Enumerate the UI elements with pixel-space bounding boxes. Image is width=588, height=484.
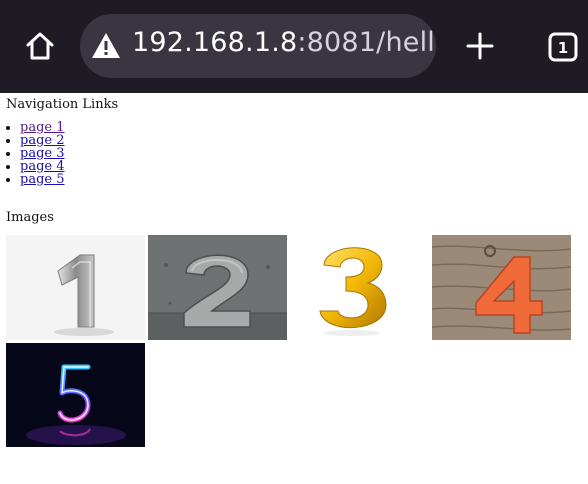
tab-switcher-icon: 1 [548, 32, 578, 62]
nav-heading: Navigation Links [6, 97, 119, 112]
image-number-2 [148, 235, 287, 340]
nav-links-list: page 1 page 2 page 3 page 4 page 5 [0, 121, 65, 186]
image-number-1 [6, 235, 145, 340]
tab-switcher-button[interactable]: 1 [547, 31, 579, 63]
images-heading: Images [6, 210, 54, 225]
address-bar[interactable]: 192.168.1.8:8081/hello/i [80, 14, 436, 78]
url-text[interactable]: 192.168.1.8:8081/hello/i [132, 27, 436, 58]
link-page-5[interactable]: page 5 [20, 172, 65, 187]
page-content: Navigation Links page 1 page 2 page 3 pa… [0, 93, 588, 484]
browser-toolbar: 192.168.1.8:8081/hello/i 1 [0, 0, 588, 93]
home-icon [26, 32, 54, 60]
tab-count: 1 [558, 39, 568, 57]
image-number-3 [290, 235, 429, 340]
image-number-5 [6, 343, 145, 447]
plus-icon [466, 32, 494, 60]
image-number-4 [432, 235, 571, 340]
warning-icon[interactable] [90, 30, 122, 62]
home-button[interactable] [22, 28, 58, 64]
list-item: page 5 [20, 173, 65, 186]
new-tab-button[interactable] [464, 30, 496, 62]
